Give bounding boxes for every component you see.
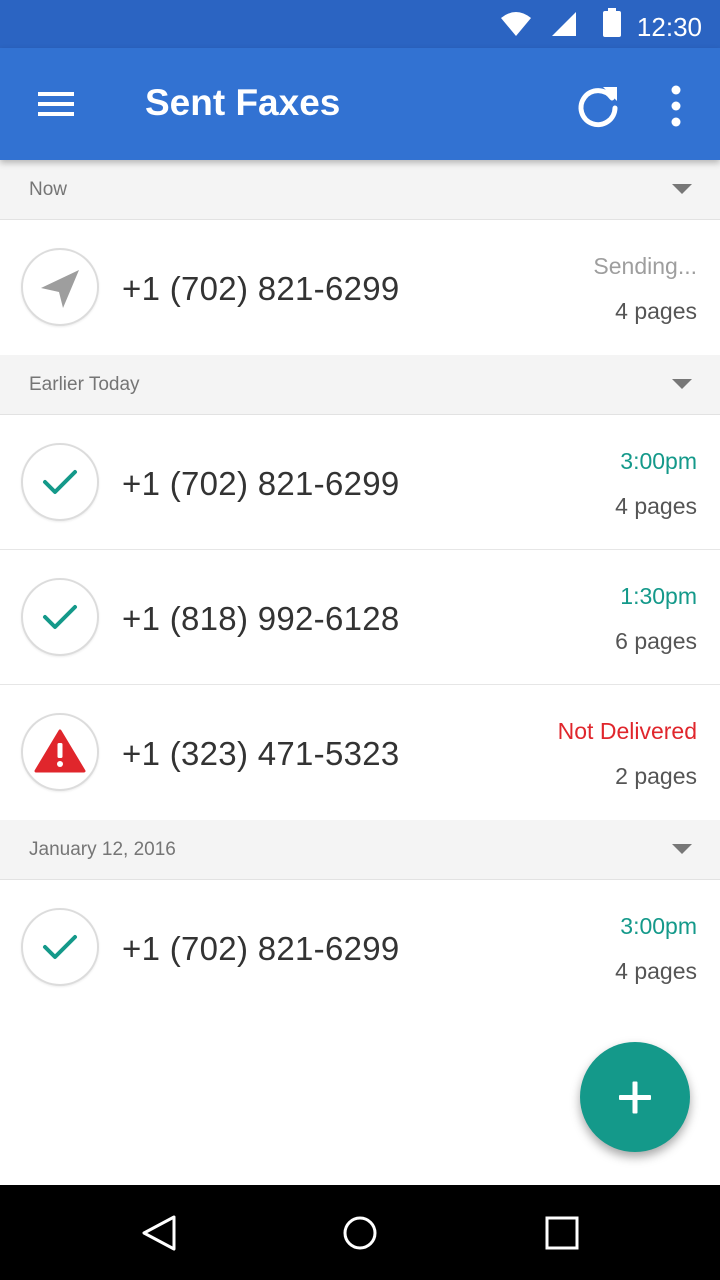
checkmark-icon [43,605,77,629]
fax-page-count: 4 pages [615,493,697,519]
fax-row[interactable]: +1 (702) 821-6299 3:00pm 4 pages [0,415,720,550]
page-title: Sent Faxes [145,82,341,123]
fax-phone-number: +1 (702) 821-6299 [122,270,400,307]
section-header-january-12-2016[interactable]: January 12, 2016 [0,820,720,880]
refresh-icon[interactable] [570,78,626,134]
fax-phone-number: +1 (323) 471-5323 [122,735,400,772]
new-fax-button[interactable] [580,1042,690,1152]
fax-page-count: 6 pages [615,628,697,654]
failed-avatar [21,713,99,791]
fax-page-count: 4 pages [615,298,697,324]
fax-status: Not Delivered [557,718,697,744]
checkmark-icon [43,470,77,494]
fax-row[interactable]: +1 (818) 992-6128 1:30pm 6 pages [0,550,720,685]
fax-status: 3:00pm [620,448,697,474]
section-label: January 12, 2016 [29,839,176,860]
fax-phone-number: +1 (702) 821-6299 [122,465,400,502]
fax-row[interactable]: +1 (702) 821-6299 3:00pm 4 pages [0,880,720,1015]
fax-row[interactable]: +1 (323) 471-5323 Not Delivered 2 pages [0,685,720,820]
checkmark-icon [43,935,77,959]
section-header-now[interactable]: Now [0,160,720,220]
fax-list: Now +1 (702) 821-6299 Sending... 4 pages… [0,160,720,1015]
section-header-earlier-today[interactable]: Earlier Today [0,355,720,415]
caret-down-icon[interactable] [672,379,692,389]
send-plane-icon [41,270,79,308]
caret-down-icon[interactable] [672,844,692,854]
more-vert-icon[interactable] [656,82,696,130]
cell-signal-icon [552,12,576,36]
sending-avatar [21,248,99,326]
fax-page-count: 2 pages [615,763,697,789]
sent-avatar [21,443,99,521]
fax-phone-number: +1 (702) 821-6299 [122,930,400,967]
system-nav-bar [0,1185,720,1280]
plus-icon [619,1081,651,1114]
fax-row[interactable]: +1 (702) 821-6299 Sending... 4 pages [0,220,720,355]
menu-icon[interactable] [28,84,84,124]
caret-down-icon[interactable] [672,184,692,194]
battery-icon [603,8,621,37]
fax-status: 1:30pm [620,583,697,609]
section-label: Now [29,179,68,200]
fax-phone-number: +1 (818) 992-6128 [122,600,400,637]
section-label: Earlier Today [29,374,140,395]
status-bar: 12:30 [0,0,720,48]
sent-avatar [21,578,99,656]
fax-status: Sending... [593,253,697,279]
warning-icon [34,729,86,773]
wifi-icon [501,12,531,36]
back-icon[interactable] [134,1209,184,1259]
recents-icon[interactable] [537,1209,587,1259]
app-bar: Sent Faxes [0,48,720,160]
home-icon[interactable] [335,1209,385,1259]
sent-avatar [21,908,99,986]
fax-status: 3:00pm [620,913,697,939]
fax-page-count: 4 pages [615,958,697,984]
status-time: 12:30 [636,12,702,42]
